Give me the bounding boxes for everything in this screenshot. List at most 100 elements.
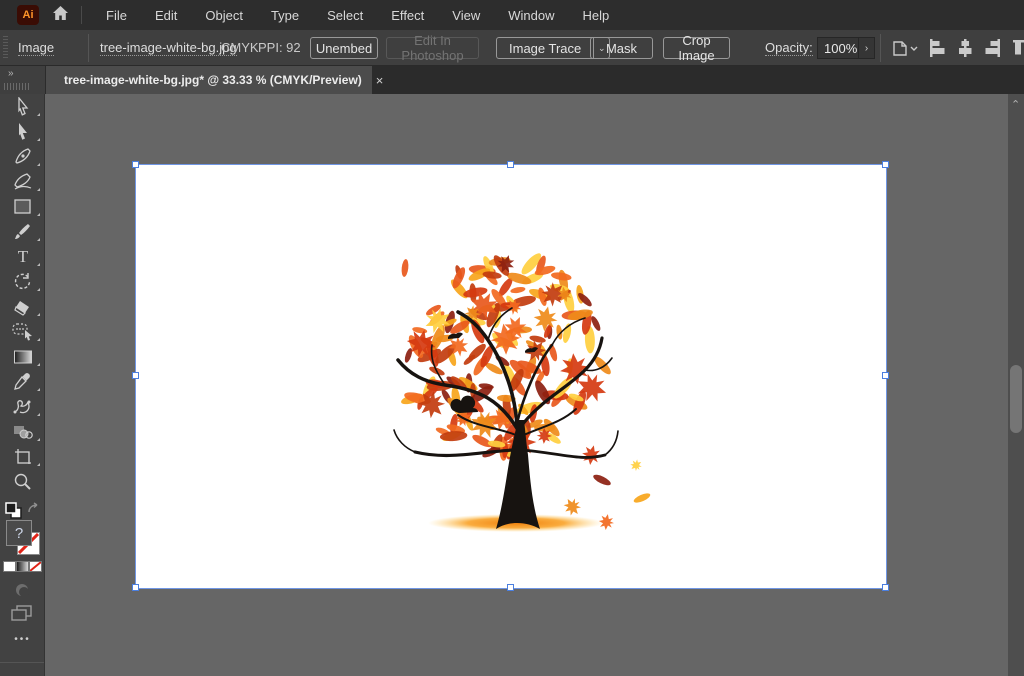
tab-close-icon[interactable]: × [376, 73, 384, 88]
swap-fill-stroke-icon[interactable] [27, 502, 42, 521]
selection-handle-bottom-left[interactable] [132, 584, 139, 591]
menu-type[interactable]: Type [261, 0, 309, 30]
home-icon[interactable] [52, 5, 69, 25]
control-bar-grip[interactable] [3, 36, 8, 60]
fill-swatch[interactable]: ? [6, 520, 32, 546]
tool-flyout-mark [37, 463, 40, 466]
document-tab[interactable]: tree-image-white-bg.jpg* @ 33.33 % (CMYK… [46, 66, 372, 94]
menu-view[interactable]: View [442, 0, 490, 30]
selection-handle-top-left[interactable] [132, 161, 139, 168]
illustrator-logo-icon[interactable]: Ai [17, 5, 39, 25]
opacity-input[interactable]: 100% [817, 37, 859, 59]
tool-paintbrush[interactable] [0, 219, 45, 244]
tool-flyout-mark [37, 363, 40, 366]
tools-panel: T [0, 94, 45, 676]
tool-direct-selection[interactable] [0, 119, 45, 144]
selection-handle-middle-left[interactable] [132, 372, 139, 379]
toolbar-divider [0, 662, 44, 663]
tool-symbol-sprayer[interactable] [0, 419, 45, 444]
menu-help[interactable]: Help [572, 0, 619, 30]
tools-panel-header: » [0, 66, 45, 94]
artboard[interactable] [136, 165, 886, 588]
autumn-tree-image[interactable] [136, 165, 886, 588]
collapse-tools-icon[interactable]: » [8, 68, 13, 79]
tree-trunk [496, 420, 540, 529]
menu-edit[interactable]: Edit [145, 0, 187, 30]
ppi-label: PPI: 92 [258, 40, 301, 55]
mask-button[interactable]: Mask [590, 37, 653, 59]
tool-rotate[interactable] [0, 269, 45, 294]
gradient-button[interactable] [16, 561, 29, 572]
tool-flyout-mark [37, 263, 40, 266]
tool-selection[interactable] [0, 94, 45, 119]
document-tab-title: tree-image-white-bg.jpg* @ 33.33 % (CMYK… [64, 73, 362, 87]
document-tab-bar: » tree-image-white-bg.jpg* @ 33.33 % (CM… [0, 66, 1024, 94]
tool-curvature[interactable] [0, 169, 45, 194]
tool-eraser[interactable] [0, 294, 45, 319]
selection-handle-bottom-right[interactable] [882, 584, 889, 591]
context-label-image[interactable]: Image [18, 40, 54, 56]
menu-file[interactable]: File [96, 0, 137, 30]
align-horizontal-center-icon[interactable] [956, 38, 974, 63]
canvas-area[interactable] [45, 94, 1008, 676]
tool-flyout-mark [37, 413, 40, 416]
tools-panel-grip[interactable] [4, 83, 30, 90]
tool-pen[interactable] [0, 144, 45, 169]
tool-flyout-mark [37, 188, 40, 191]
paint-buttons [3, 561, 42, 572]
tool-zoom[interactable] [0, 469, 45, 494]
opacity-label[interactable]: Opacity: [765, 40, 813, 56]
vertical-scrollbar-thumb[interactable] [1010, 365, 1022, 433]
menu-divider [81, 6, 82, 24]
tool-artboard[interactable] [0, 444, 45, 469]
tool-blend[interactable] [0, 394, 45, 419]
color-button[interactable] [3, 561, 16, 572]
divider [88, 34, 89, 62]
tool-flyout-mark [37, 163, 40, 166]
collapse-panel-chevron-icon[interactable]: ⌃ [1011, 98, 1020, 111]
menu-object[interactable]: Object [195, 0, 253, 30]
opacity-stepper-arrow[interactable]: › [859, 37, 875, 59]
tool-type[interactable]: T [0, 244, 45, 269]
tool-flyout-mark [37, 213, 40, 216]
tool-flyout-mark [37, 238, 40, 241]
bird-icon [448, 333, 463, 340]
align-right-icon[interactable] [984, 38, 1002, 63]
selection-handle-top-center[interactable] [507, 161, 514, 168]
right-panel-strip: ⌃ [1008, 94, 1024, 676]
menu-select[interactable]: Select [317, 0, 373, 30]
svg-text:T: T [17, 247, 28, 266]
image-trace-button[interactable]: Image Trace [497, 38, 593, 58]
tool-flyout-mark [37, 138, 40, 141]
tool-flyout-mark [37, 388, 40, 391]
illustrator-window: Ai File Edit Object Type Select Effect V… [0, 0, 1024, 676]
unembed-button[interactable]: Unembed [310, 37, 378, 59]
fill-stroke-area: ? ••• [0, 494, 45, 654]
drawing-mode-icon[interactable] [14, 582, 30, 603]
tool-flyout-mark [37, 438, 40, 441]
none-button[interactable] [29, 561, 42, 572]
divider [880, 34, 881, 62]
selection-handle-top-right[interactable] [882, 161, 889, 168]
align-left-icon[interactable] [928, 38, 946, 63]
selection-handle-middle-right[interactable] [882, 372, 889, 379]
tool-gradient[interactable] [0, 344, 45, 369]
menu-window[interactable]: Window [498, 0, 564, 30]
tool-flyout-mark [37, 288, 40, 291]
control-bar: Image tree-image-white-bg.jpg CMYK PPI: … [0, 30, 1024, 66]
edit-in-photoshop-button[interactable]: Edit In Photoshop [386, 37, 479, 59]
menu-effect[interactable]: Effect [381, 0, 434, 30]
menu-bar: Ai File Edit Object Type Select Effect V… [0, 0, 1024, 30]
align-top-icon[interactable] [1012, 38, 1024, 63]
crop-image-button[interactable]: Crop Image [663, 37, 730, 59]
tool-rectangle[interactable] [0, 194, 45, 219]
tool-flyout-mark [37, 338, 40, 341]
tool-eyedropper[interactable] [0, 369, 45, 394]
selection-handle-bottom-center[interactable] [507, 584, 514, 591]
color-mode-label: CMYK [221, 40, 259, 55]
screen-mode-icon[interactable] [11, 604, 33, 627]
align-to-artboard-dropdown[interactable] [890, 38, 918, 63]
edit-toolbar-button[interactable]: ••• [0, 634, 45, 654]
tool-shaper[interactable] [0, 319, 45, 344]
linked-filename[interactable]: tree-image-white-bg.jpg [100, 40, 237, 56]
